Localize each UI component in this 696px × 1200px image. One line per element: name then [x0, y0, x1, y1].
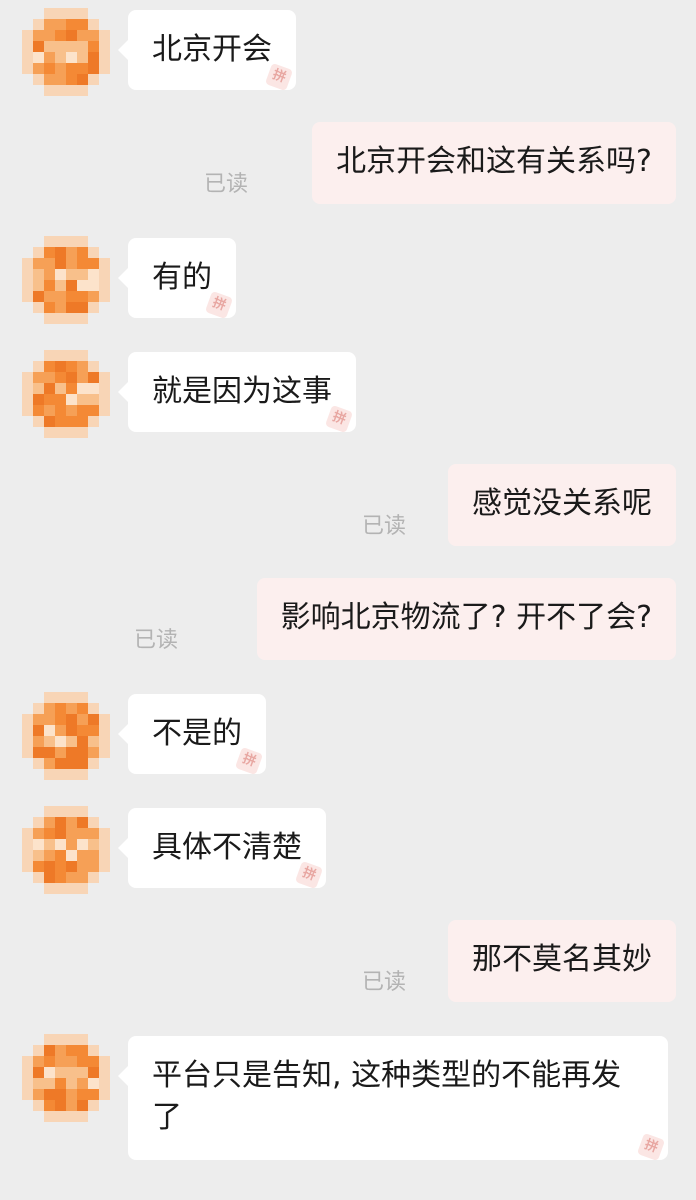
- read-status: 已读: [133, 628, 178, 653]
- message-text: 影响北京物流了? 开不了会?: [280, 600, 652, 635]
- message-row: 具体不清楚 拼: [0, 806, 696, 894]
- stamp-icon: 拼: [234, 746, 264, 776]
- message-bubble[interactable]: 感觉没关系呢: [448, 464, 676, 546]
- message-text: 平台只是告知, 这种类型的不能再发了: [152, 1058, 622, 1135]
- message-bubble[interactable]: 那不莫名其妙: [448, 920, 676, 1002]
- message-bubble[interactable]: 北京开会 拼: [118, 10, 296, 92]
- message-text: 北京开会: [152, 32, 272, 67]
- message-row: 就是因为这事 拼: [0, 350, 696, 438]
- message-text: 不是的: [152, 716, 242, 751]
- message-text: 那不莫名其妙: [472, 942, 652, 977]
- message-bubble[interactable]: 不是的 拼: [118, 694, 266, 776]
- message-bubble[interactable]: 有的 拼: [118, 238, 236, 320]
- stamp-icon: 拼: [204, 290, 234, 320]
- message-bubble[interactable]: 就是因为这事 拼: [118, 352, 356, 434]
- chat-conversation: 北京开会 拼 已读 北京开会和这有关系吗? 有的 拼 就是因为这事 拼 已读 感…: [0, 0, 696, 1200]
- message-bubble[interactable]: 影响北京物流了? 开不了会?: [256, 578, 676, 660]
- message-row: 已读 感觉没关系呢: [0, 464, 696, 546]
- message-row: 已读 那不莫名其妙: [0, 920, 696, 1002]
- avatar[interactable]: [22, 692, 110, 780]
- avatar[interactable]: [22, 1034, 110, 1122]
- stamp-icon: 拼: [636, 1132, 666, 1162]
- message-text: 有的: [152, 260, 212, 295]
- stamp-icon: 拼: [294, 860, 324, 890]
- message-bubble[interactable]: 北京开会和这有关系吗?: [312, 122, 676, 204]
- avatar[interactable]: [22, 806, 110, 894]
- message-row: 已读 影响北京物流了? 开不了会?: [0, 578, 696, 660]
- avatar[interactable]: [22, 236, 110, 324]
- message-row: 已读 北京开会和这有关系吗?: [0, 122, 696, 204]
- message-row: 有的 拼: [0, 236, 696, 324]
- stamp-icon: 拼: [264, 62, 294, 92]
- message-bubble[interactable]: 平台只是告知, 这种类型的不能再发了 拼: [118, 1036, 668, 1162]
- read-status: 已读: [361, 970, 406, 995]
- read-status: 已读: [361, 514, 406, 539]
- avatar[interactable]: [22, 350, 110, 438]
- stamp-icon: 拼: [324, 404, 354, 434]
- message-text: 就是因为这事: [152, 374, 332, 409]
- avatar[interactable]: [22, 8, 110, 96]
- read-status: 已读: [203, 172, 248, 197]
- message-row: 不是的 拼: [0, 692, 696, 780]
- message-row: 平台只是告知, 这种类型的不能再发了 拼: [0, 1034, 696, 1164]
- message-text: 感觉没关系呢: [472, 486, 652, 521]
- message-row: 北京开会 拼: [0, 8, 696, 96]
- message-bubble[interactable]: 具体不清楚 拼: [118, 808, 326, 890]
- message-text: 北京开会和这有关系吗?: [336, 144, 652, 179]
- message-text: 具体不清楚: [152, 830, 302, 865]
